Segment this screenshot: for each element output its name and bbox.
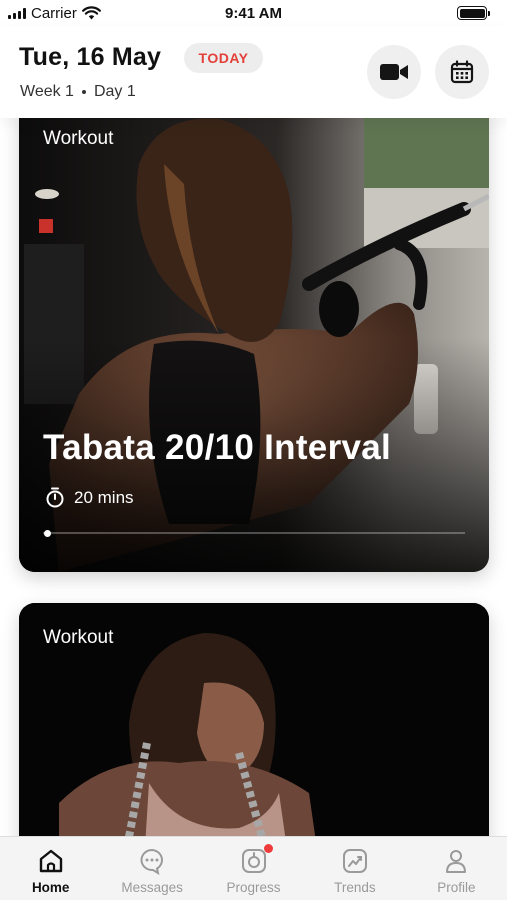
workout-card[interactable]: Workout Tabata 20/10 Interval 20 mins [19,118,489,572]
workout-progress-bar [43,529,465,537]
stopwatch-icon [46,487,64,508]
tab-label: Trends [334,880,376,895]
home-icon [37,847,65,875]
duration: 20 mins [45,487,134,508]
tab-trends[interactable]: Trends [304,837,405,900]
carrier-label: Carrier [31,4,77,22]
video-button[interactable] [367,45,421,99]
profile-icon [442,847,470,875]
page-title: Tue, 16 May [19,43,162,71]
calendar-button[interactable] [435,45,489,99]
tab-label: Profile [437,880,476,895]
week-day-label: Week 1 Day 1 [20,83,136,101]
day-label: Day 1 [93,83,136,100]
workout-feed[interactable]: Workout Tabata 20/10 Interval 20 mins Wo… [0,118,507,836]
tab-profile[interactable]: Profile [406,837,507,900]
progress-indicator [44,529,52,537]
tab-home[interactable]: Home [0,837,101,900]
signal-icon [8,7,26,19]
duration-label: 20 mins [74,487,134,507]
tab-label: Messages [121,880,183,895]
chat-bubble-icon [138,847,166,876]
video-camera-icon [380,64,408,80]
notification-dot [263,844,273,853]
status-bar: Carrier 9:41 AM [0,0,507,26]
tab-label: Progress [226,880,281,895]
tab-progress[interactable]: Progress [203,837,304,900]
status-left: Carrier [8,5,101,22]
today-badge[interactable]: TODAY [184,43,263,73]
workout-title: Tabata 20/10 Interval [43,428,392,467]
trend-chart-icon [341,847,369,875]
wifi-icon [81,6,101,20]
workout-card[interactable]: Workout [19,603,489,836]
tab-bar: Home Messages Progress Trends Profile [0,836,507,900]
separator-dot [81,90,86,94]
day-header: Tue, 16 May TODAY Week 1 Day 1 [0,26,507,118]
battery-icon [457,6,490,20]
week-label: Week 1 [20,83,74,100]
tab-messages[interactable]: Messages [101,837,202,900]
tab-label: Home [31,880,70,895]
progress-icon [240,844,273,875]
calendar-icon [450,60,474,84]
card-tag: Workout [43,128,114,149]
card-tag: Workout [43,627,114,648]
